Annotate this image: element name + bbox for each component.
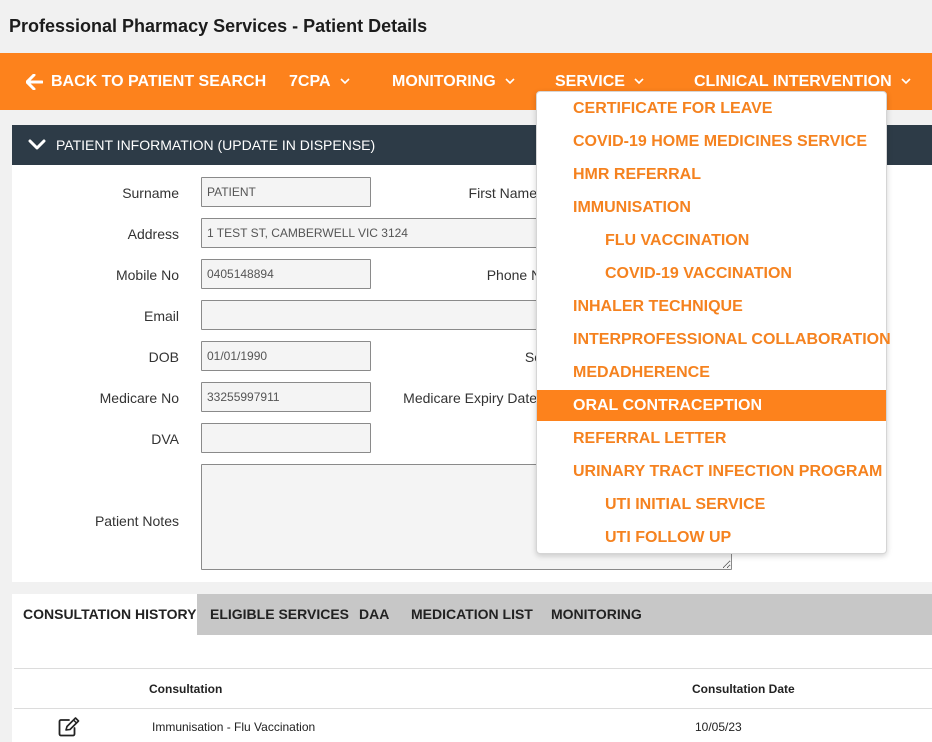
dob-label: DOB — [148, 349, 179, 365]
email-input[interactable] — [201, 300, 551, 330]
nav-clinical-intervention-label: CLINICAL INTERVENTION — [694, 72, 892, 90]
menu-item-uti-follow-up[interactable]: UTI FOLLOW UP — [537, 522, 886, 553]
menu-item-flu-vaccination[interactable]: FLU VACCINATION — [537, 225, 886, 256]
table-divider — [14, 668, 932, 669]
dva-label: DVA — [151, 431, 179, 447]
tab-consultation-history[interactable]: CONSULTATION HISTORY — [12, 594, 197, 635]
menu-item-interprofessional-collaboration[interactable]: INTERPROFESSIONAL COLLABORATION — [537, 324, 891, 355]
menu-item-hmr-referral[interactable]: HMR REFERRAL — [537, 159, 886, 190]
tab-bar: CONSULTATION HISTORY ELIGIBLE SERVICES D… — [12, 594, 932, 635]
medicare-input[interactable] — [201, 382, 371, 412]
menu-item-certificate-for-leave[interactable]: CERTIFICATE FOR LEAVE — [537, 93, 886, 124]
menu-item-covid-19-vaccination[interactable]: COVID-19 VACCINATION — [537, 258, 886, 289]
first-name-label: First Name — [468, 185, 537, 201]
arrow-left-icon — [26, 73, 43, 90]
surname-input[interactable] — [201, 177, 371, 207]
patient-notes-label: Patient Notes — [94, 513, 179, 529]
tab-monitoring[interactable]: MONITORING — [551, 594, 642, 635]
dva-input[interactable] — [201, 423, 371, 453]
menu-item-inhaler-technique[interactable]: INHALER TECHNIQUE — [537, 291, 886, 322]
mobile-label: Mobile No — [115, 267, 179, 283]
chevron-down-icon — [901, 78, 911, 85]
menu-item-urinary-tract-infection-program[interactable]: URINARY TRACT INFECTION PROGRAM — [537, 456, 886, 487]
menu-item-covid-19-home-medicines-service[interactable]: COVID-19 HOME MEDICINES SERVICE — [537, 126, 886, 157]
tab-medication-list[interactable]: MEDICATION LIST — [411, 594, 533, 635]
menu-item-immunisation[interactable]: IMMUNISATION — [537, 192, 886, 223]
nav-monitoring[interactable]: MONITORING — [392, 53, 515, 110]
column-header-consultation: Consultation — [149, 682, 223, 696]
panel-title: PATIENT INFORMATION (UPDATE IN DISPENSE) — [56, 137, 376, 153]
menu-item-medadherence[interactable]: MEDADHERENCE — [537, 357, 886, 388]
medicare-expiry-label: Medicare Expiry Date — [403, 390, 537, 406]
service-dropdown-menu: CERTIFICATE FOR LEAVE COVID-19 HOME MEDI… — [536, 91, 891, 554]
chevron-down-icon — [634, 78, 644, 85]
address-label: Address — [127, 226, 179, 242]
menu-item-oral-contraception[interactable]: ORAL CONTRACEPTION — [537, 390, 886, 421]
menu-item-referral-letter[interactable]: REFERRAL LETTER — [537, 423, 886, 454]
back-to-patient-search-button[interactable]: BACK TO PATIENT SEARCH — [26, 53, 266, 110]
nav-7cpa-label: 7CPA — [289, 72, 331, 90]
consultation-cell: Immunisation - Flu Vaccination — [152, 720, 316, 734]
surname-label: Surname — [122, 185, 179, 201]
edit-icon[interactable] — [58, 717, 80, 737]
nav-monitoring-label: MONITORING — [392, 72, 496, 90]
mobile-input[interactable] — [201, 259, 371, 289]
chevron-down-icon — [505, 78, 515, 85]
chevron-down-icon — [339, 78, 350, 85]
nav-service-label: SERVICE — [555, 72, 625, 90]
column-header-consultation-date: Consultation Date — [692, 682, 795, 696]
consultation-history-table: Consultation Consultation Date Immunisat… — [12, 635, 932, 742]
nav-7cpa[interactable]: 7CPA — [289, 53, 350, 110]
email-label: Email — [143, 308, 179, 324]
page-title: Professional Pharmacy Services - Patient… — [9, 16, 428, 36]
chevron-down-icon — [28, 139, 46, 151]
address-input[interactable] — [201, 218, 551, 248]
back-to-patient-search-label: BACK TO PATIENT SEARCH — [51, 72, 267, 90]
menu-item-uti-initial-service[interactable]: UTI INITIAL SERVICE — [537, 489, 886, 520]
dob-input[interactable] — [201, 341, 371, 371]
tab-daa[interactable]: DAA — [359, 594, 389, 635]
consultation-date-cell: 10/05/23 — [695, 720, 742, 734]
tab-eligible-services[interactable]: ELIGIBLE SERVICES — [210, 594, 349, 635]
table-divider — [14, 708, 932, 709]
medicare-label: Medicare No — [99, 390, 179, 406]
